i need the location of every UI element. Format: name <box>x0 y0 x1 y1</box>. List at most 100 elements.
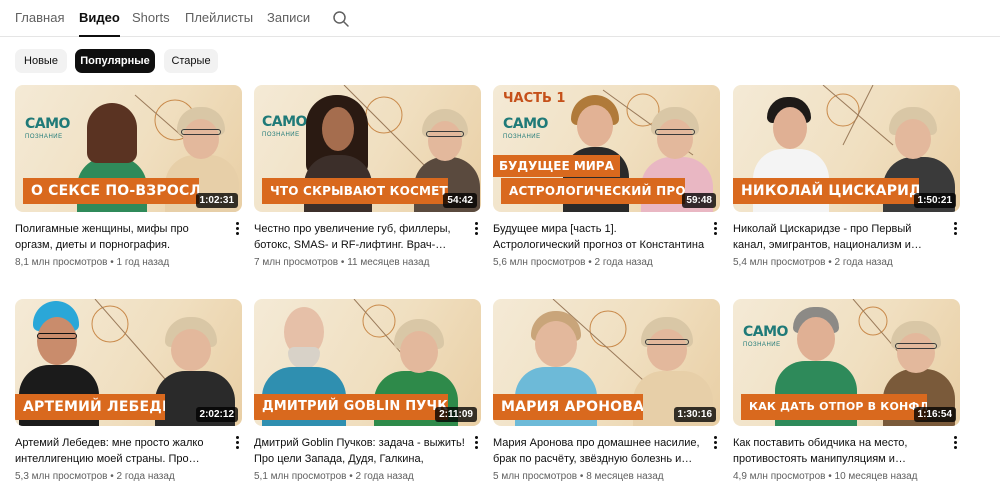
guest-head <box>797 317 835 361</box>
search-icon[interactable] <box>332 10 350 28</box>
chip-oldest[interactable]: Старые <box>164 49 218 73</box>
host-head <box>400 331 438 373</box>
guest-head <box>773 107 807 149</box>
channel-logo: САМО ПОЗНАНИЕ <box>25 116 70 140</box>
tab-videos[interactable]: Видео <box>79 10 120 37</box>
view-count: 5 млн просмотров <box>493 471 578 482</box>
video-title[interactable]: Честно про увеличение губ, филлеры, бото… <box>254 221 466 253</box>
host-head <box>895 119 931 159</box>
video-meta: 5,4 млн просмотров • 2 года назад <box>733 257 893 268</box>
guest-head <box>535 321 577 367</box>
video-title[interactable]: Как поставить обидчика на место, противо… <box>733 435 945 467</box>
video-meta: 5,1 млн просмотров • 2 года назад <box>254 471 414 482</box>
video-meta: 7 млн просмотров • 11 месяцев назад <box>254 257 430 268</box>
video-thumbnail[interactable]: НИКОЛАЙ ЦИСКАРИДЗЕ 1:50:21 <box>733 85 960 212</box>
thumbnail-caption: О СЕКСЕ ПО-ВЗРОСЛОМУ <box>23 178 199 204</box>
glasses-icon <box>181 129 221 135</box>
more-options-icon[interactable] <box>951 222 959 236</box>
duration-badge: 2:11:09 <box>435 407 477 422</box>
upload-age: 2 года назад <box>594 257 653 268</box>
thumbnail-caption: МАРИЯ АРОНОВА <box>493 394 643 420</box>
host-head <box>428 121 462 161</box>
upload-age: 2 года назад <box>116 471 175 482</box>
video-title[interactable]: Будущее мира [часть 1]. Астрологический … <box>493 221 705 253</box>
more-options-icon[interactable] <box>951 436 959 450</box>
video-thumbnail[interactable]: ЧАСТЬ 1 САМО ПОЗНАНИЕ БУДУЩЕЕ МИРА АСТРО… <box>493 85 720 212</box>
duration-badge: 1:16:54 <box>913 407 956 422</box>
thumbnail-caption: НИКОЛАЙ ЦИСКАРИДЗЕ <box>733 178 919 204</box>
video-meta: 5,3 млн просмотров • 2 года назад <box>15 471 175 482</box>
more-options-icon[interactable] <box>711 436 719 450</box>
tab-shorts[interactable]: Shorts <box>132 10 170 26</box>
upload-age: 11 месяцев назад <box>347 257 430 268</box>
video-title[interactable]: Полигамные женщины, мифы про оргазм, дие… <box>15 221 227 253</box>
duration-badge: 54:42 <box>443 193 477 208</box>
chip-newest[interactable]: Новые <box>15 49 67 73</box>
channel-logo: САМО ПОЗНАНИЕ <box>743 324 788 348</box>
more-options-icon[interactable] <box>711 222 719 236</box>
view-count: 5,4 млн просмотров <box>733 257 826 268</box>
upload-age: 8 месяцев назад <box>586 471 664 482</box>
upload-age: 2 года назад <box>355 471 414 482</box>
video-meta: 4,9 млн просмотров • 10 месяцев назад <box>733 471 918 482</box>
video-thumbnail[interactable]: САМО ПОЗНАНИЕ КАК ДАТЬ ОТПОР В КОНФЛИКТЕ… <box>733 299 960 426</box>
glasses-icon <box>426 131 464 137</box>
guest-hair <box>87 103 137 163</box>
glasses-icon <box>895 343 937 349</box>
glasses-icon <box>37 333 77 339</box>
thumbnail-caption: АСТРОЛОГИЧЕСКИЙ ПРОГНОЗ <box>501 178 685 204</box>
thumbnail-caption: ДМИТРИЙ GOBLIN ПУЧКОВ <box>254 394 448 420</box>
thumbnail-caption-top: БУДУЩЕЕ МИРА <box>493 155 620 177</box>
view-count: 5,1 млн просмотров <box>254 471 347 482</box>
video-title[interactable]: Николай Цискаридзе - про Первый канал, э… <box>733 221 945 253</box>
host-head <box>657 119 693 159</box>
upload-age: 10 месяцев назад <box>834 471 918 482</box>
video-thumbnail[interactable]: ДМИТРИЙ GOBLIN ПУЧКОВ 2:11:09 <box>254 299 481 426</box>
view-count: 7 млн просмотров <box>254 257 339 268</box>
duration-badge: 59:48 <box>682 193 716 208</box>
upload-age: 2 года назад <box>834 257 893 268</box>
guest-head <box>322 107 354 151</box>
video-thumbnail[interactable]: САМО ПОЗНАНИЕ О СЕКСЕ ПО-ВЗРОСЛОМУ 1:02:… <box>15 85 242 212</box>
video-meta: 5 млн просмотров • 8 месяцев назад <box>493 471 664 482</box>
tab-home[interactable]: Главная <box>15 10 64 26</box>
duration-badge: 1:50:21 <box>913 193 956 208</box>
more-options-icon[interactable] <box>472 222 480 236</box>
video-title[interactable]: Артемий Лебедев: мне просто жалко интелл… <box>15 435 227 467</box>
video-thumbnail[interactable]: АРТЕМИЙ ЛЕБЕДЕВ 2:02:12 <box>15 299 242 426</box>
duration-badge: 1:30:16 <box>673 407 716 422</box>
video-thumbnail[interactable]: САМО ПОЗНАНИЕ ЧТО СКРЫВАЮТ КОСМЕТОЛОГИ? … <box>254 85 481 212</box>
view-count: 4,9 млн просмотров <box>733 471 826 482</box>
duration-badge: 2:02:12 <box>195 407 238 422</box>
video-thumbnail[interactable]: МАРИЯ АРОНОВА 1:30:16 <box>493 299 720 426</box>
host-head <box>183 119 219 159</box>
view-count: 5,6 млн просмотров <box>493 257 586 268</box>
tab-playlists[interactable]: Плейлисты <box>185 10 253 26</box>
host-head <box>897 333 935 373</box>
guest-head <box>37 317 77 365</box>
view-count: 8,1 млн просмотров <box>15 257 108 268</box>
video-title[interactable]: Дмитрий Goblin Пучков: задача - выжить! … <box>254 435 466 467</box>
more-options-icon[interactable] <box>233 222 241 236</box>
duration-badge: 1:02:31 <box>195 193 238 208</box>
glasses-icon <box>655 129 695 135</box>
guest-head <box>577 105 613 147</box>
more-options-icon[interactable] <box>472 436 480 450</box>
thumbnail-caption: ЧТО СКРЫВАЮТ КОСМЕТОЛОГИ? <box>262 178 448 204</box>
video-meta: 5,6 млн просмотров • 2 года назад <box>493 257 653 268</box>
view-count: 5,3 млн просмотров <box>15 471 108 482</box>
channel-logo: САМО ПОЗНАНИЕ <box>262 114 307 138</box>
channel-tabs: Главная Видео Shorts Плейлисты Записи <box>0 0 1000 37</box>
thumbnail-caption: КАК ДАТЬ ОТПОР В КОНФЛИКТЕ? <box>741 394 927 420</box>
video-meta: 8,1 млн просмотров • 1 год назад <box>15 257 170 268</box>
thumbnail-caption: АРТЕМИЙ ЛЕБЕДЕВ <box>15 394 165 420</box>
host-head <box>647 329 687 371</box>
part-label: ЧАСТЬ 1 <box>503 91 566 106</box>
more-options-icon[interactable] <box>233 436 241 450</box>
upload-age: 1 год назад <box>116 257 170 268</box>
host-head <box>171 329 211 371</box>
tab-posts[interactable]: Записи <box>267 10 310 26</box>
glasses-icon <box>645 339 689 345</box>
chip-popular[interactable]: Популярные <box>75 49 155 73</box>
video-title[interactable]: Мария Аронова про домашнее насилие, брак… <box>493 435 705 467</box>
